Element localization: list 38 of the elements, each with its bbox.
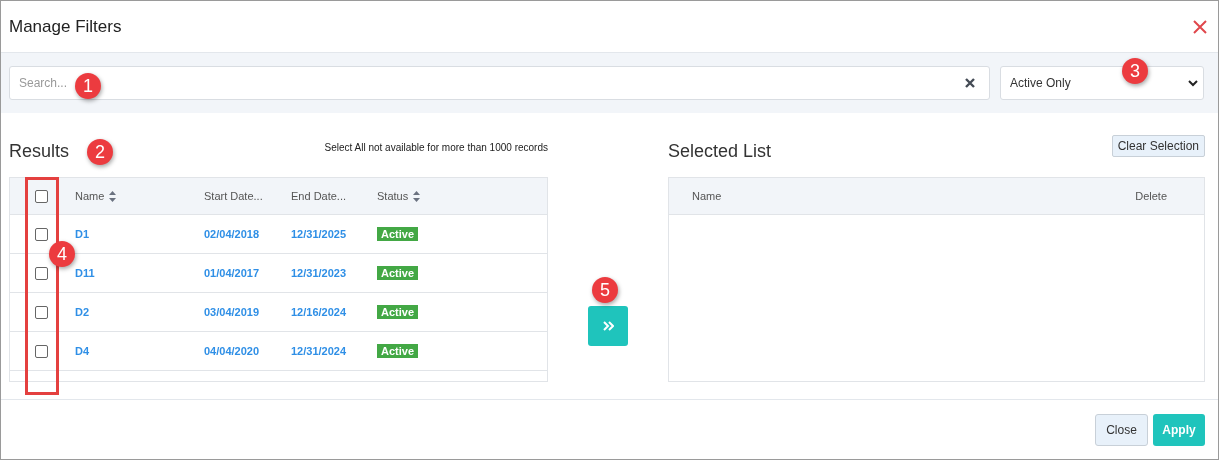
status-badge: Active <box>377 344 419 358</box>
column-header[interactable]: Name <box>75 190 105 202</box>
step-marker: 4 <box>49 241 75 267</box>
row-checkbox[interactable] <box>35 305 48 319</box>
status-badge: Active <box>377 227 419 241</box>
row-checkbox[interactable] <box>35 344 48 358</box>
row-checkbox[interactable] <box>35 266 48 280</box>
chevron-down-icon <box>1188 79 1198 87</box>
clear-icon[interactable] <box>965 78 975 88</box>
start-date-cell: 03/04/2019 <box>204 306 260 318</box>
column-header: Name <box>692 190 722 202</box>
results-heading: Results <box>9 140 70 162</box>
sort-icon[interactable] <box>109 190 117 202</box>
step-marker: 2 <box>87 139 113 165</box>
select-all-note: Select All not available for more than 1000 records <box>324 141 548 153</box>
step-marker: 5 <box>592 277 618 303</box>
close-icon[interactable] <box>1192 18 1208 35</box>
double-chevron-right-icon <box>602 321 614 331</box>
column-header: Delete <box>1135 190 1167 202</box>
status-badge: Active <box>377 305 419 319</box>
clear-selection-button[interactable]: Clear Selection <box>1111 135 1205 157</box>
sort-icon[interactable] <box>413 190 421 202</box>
selected-list-heading: Selected List <box>668 140 772 162</box>
column-header[interactable]: End Date... <box>291 190 347 202</box>
end-date-cell: 12/31/2025 <box>291 228 347 240</box>
end-date-cell: 12/31/2023 <box>291 267 347 279</box>
row-checkbox[interactable] <box>35 227 48 241</box>
end-date-cell: 12/16/2024 <box>291 306 347 318</box>
column-header[interactable]: Start Date... <box>204 190 263 202</box>
start-date-cell: 02/04/2018 <box>204 228 260 240</box>
close-button[interactable]: Close <box>1095 413 1148 446</box>
select-all-checkbox[interactable] <box>35 189 48 203</box>
end-date-cell: 12/31/2024 <box>291 345 347 357</box>
column-header[interactable]: Status <box>377 190 409 202</box>
dialog-title: Manage Filters <box>9 16 122 37</box>
start-date-cell: 01/04/2017 <box>204 267 260 279</box>
start-date-cell: 04/04/2020 <box>204 345 260 357</box>
status-badge: Active <box>377 266 419 280</box>
